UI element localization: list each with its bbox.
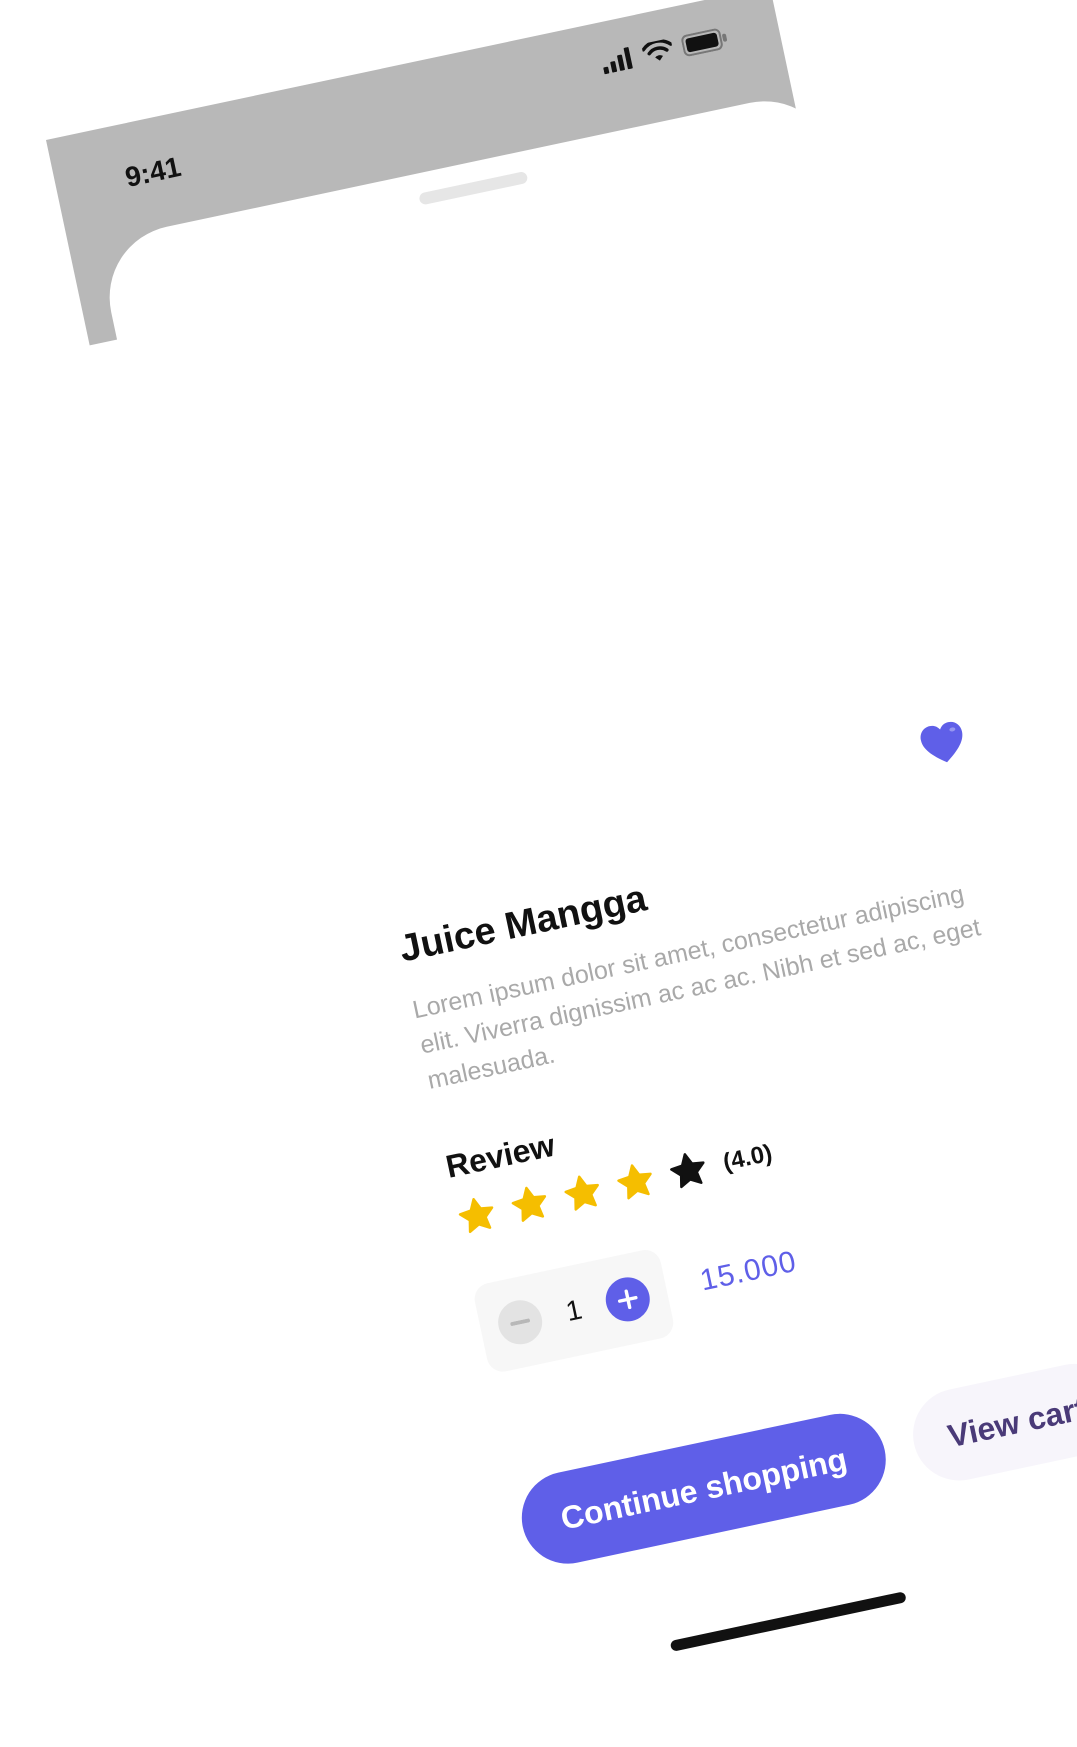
- review-heading: Review: [442, 1126, 558, 1185]
- sheet-grabber[interactable]: [418, 170, 529, 206]
- increase-quantity-button[interactable]: [601, 1273, 654, 1326]
- view-cart-button[interactable]: View cart: [904, 1355, 1077, 1490]
- plus-icon: [617, 1289, 638, 1310]
- quantity-value: 1: [563, 1293, 585, 1328]
- minus-icon: [510, 1318, 530, 1326]
- star-filled-icon: [612, 1158, 659, 1205]
- phone-frame: 9:41 Juice Mangga Lorem ipsum dolor sit …: [46, 0, 1077, 1670]
- wifi-icon: [641, 38, 676, 70]
- continue-shopping-button[interactable]: Continue shopping: [513, 1405, 895, 1573]
- signal-icon: [600, 46, 637, 78]
- product-sheet: Juice Mangga Lorem ipsum dolor sit amet,…: [96, 87, 1077, 1670]
- favorite-heart-icon[interactable]: [917, 719, 969, 769]
- status-time: 9:41: [122, 150, 184, 193]
- star-filled-icon: [506, 1181, 553, 1228]
- product-price: 15.000: [697, 1244, 800, 1298]
- star-empty-icon: [665, 1147, 712, 1194]
- star-filled-icon: [559, 1170, 606, 1217]
- quantity-stepper: 1: [471, 1247, 677, 1375]
- star-filled-icon: [453, 1192, 500, 1239]
- home-indicator[interactable]: [669, 1591, 907, 1652]
- battery-icon: [680, 26, 730, 61]
- decrease-quantity-button[interactable]: [494, 1296, 547, 1349]
- screen: 9:41 Juice Mangga Lorem ipsum dolor sit …: [0, 0, 1077, 1747]
- status-icons: [600, 26, 731, 78]
- product-description: Lorem ipsum dolor sit amet, consectetur …: [410, 880, 983, 1095]
- rating-value: (4.0): [720, 1139, 775, 1177]
